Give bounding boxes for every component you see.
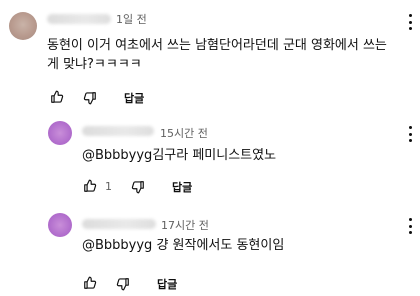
thumbs-down-icon[interactable] [131,180,145,194]
thumbs-down-icon[interactable] [83,91,97,105]
comment-time[interactable]: 1일 전 [116,11,147,27]
comment-reply-1: 15시간 전 @Bbbbyyg김구라 페미니스트였노 1 답글 [0,110,420,200]
comment-time[interactable]: 15시간 전 [160,125,208,141]
comment-top: 1일 전 동현이 이거 여초에서 쓰는 남혐단어라던데 군대 영화에서 쓰는 게… [0,0,420,110]
author-name-blurred[interactable] [82,219,156,229]
more-options-icon[interactable] [408,126,412,142]
author-name-blurred[interactable] [47,14,111,24]
avatar[interactable] [9,12,37,40]
avatar[interactable] [48,121,72,145]
comment-reply-2: 17시간 전 @Bbbbyyg 걍 원작에서도 동현이임 답글 [0,200,420,296]
comment-text: @Bbbbyyg김구라 페미니스트였노 [82,148,277,163]
comment-text: @Bbbbyyg 걍 원작에서도 동현이임 [82,238,285,253]
thumbs-up-icon[interactable] [83,179,97,193]
author-name-blurred[interactable] [82,126,154,136]
comment-text-line-2: 게 맞냐?ㅋㅋㅋㅋ [47,57,142,72]
more-options-icon[interactable] [408,218,412,234]
comment-text-line-1: 동현이 이거 여초에서 쓰는 남혐단어라던데 군대 영화에서 쓰는 [47,38,387,53]
reply-button[interactable]: 답글 [157,276,177,292]
comment-time[interactable]: 17시간 전 [161,217,209,233]
more-options-icon[interactable] [408,14,412,30]
reply-button[interactable]: 답글 [172,179,192,195]
like-count: 1 [105,180,112,193]
thumbs-up-icon[interactable] [50,90,64,104]
reply-button[interactable]: 답글 [124,90,144,106]
avatar[interactable] [48,213,72,237]
thumbs-up-icon[interactable] [83,276,97,290]
thumbs-down-icon[interactable] [116,277,130,291]
